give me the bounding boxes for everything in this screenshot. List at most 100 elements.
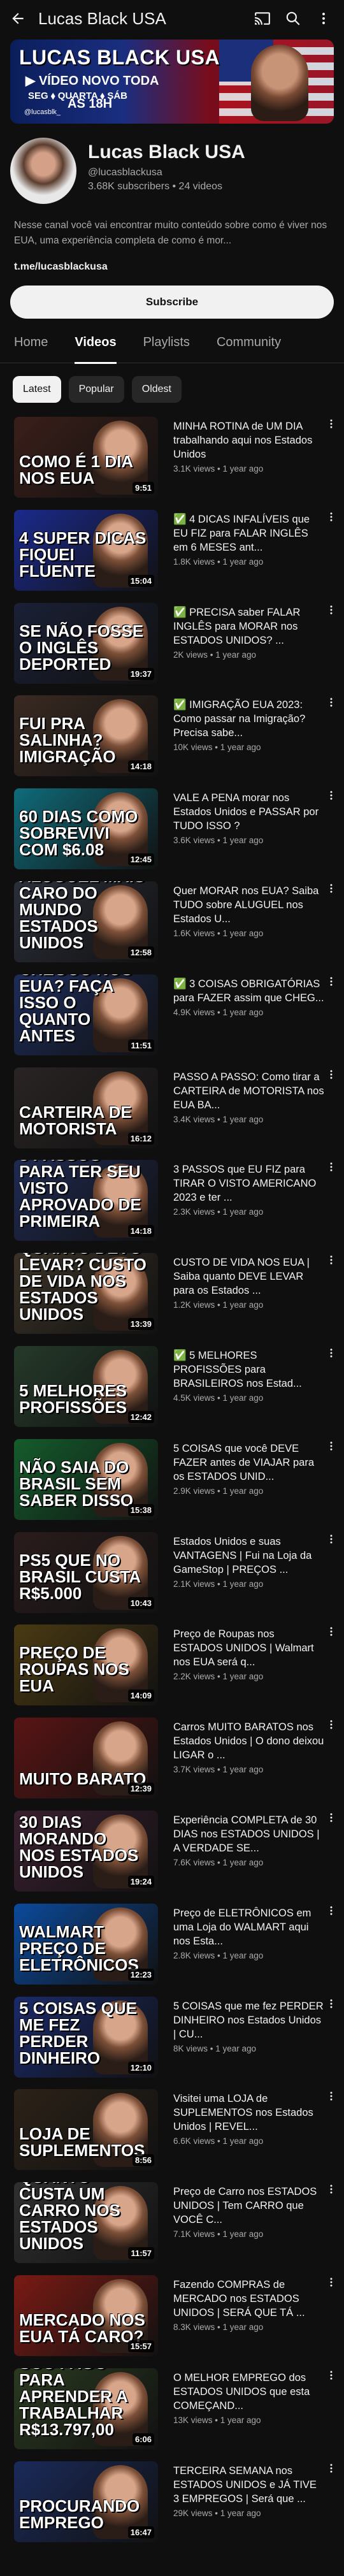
video-item[interactable]: ALUGUEL MAIS CARO DO MUNDO ESTADOS UNIDO… [0, 881, 344, 974]
video-title[interactable]: Preço de Roupas nos ESTADOS UNIDOS | Wal… [173, 1627, 325, 1669]
video-meta[interactable]: ✅ PRECISA saber FALAR INGLÊS para MORAR … [173, 603, 325, 696]
channel-link[interactable]: t.me/lucasblackusa [0, 249, 344, 273]
more-vert-icon[interactable] [325, 1532, 338, 1625]
video-meta[interactable]: Preço de Carro nos ESTADOS UNIDOS | Tem … [173, 2182, 325, 2275]
more-vert-icon[interactable] [325, 603, 338, 696]
video-item[interactable]: MUITO BARATO 12:39 Carros MUITO BARATOS no… [0, 1718, 344, 1811]
video-item[interactable]: 30 DIAS MORANDO NOS ESTADOS UNIDOS 19:24 E… [0, 1810, 344, 1904]
video-item[interactable]: CHEGOU NOS EUA? FAÇA ISSO O QUANTO ANTES… [0, 974, 344, 1067]
video-title[interactable]: Carros MUITO BARATOS nos Estados Unidos … [173, 1720, 325, 1762]
video-meta[interactable]: MINHA ROTINA de UM DIA trabalhando aqui … [173, 417, 325, 510]
video-item[interactable]: 5 COISAS QUE ME FEZ PERDER DINHEIRO 12:10… [0, 1996, 344, 2090]
tab-home[interactable]: Home [14, 331, 48, 363]
more-vert-icon[interactable] [325, 1439, 338, 1532]
video-thumbnail[interactable]: FUI PRA SALINHA? IMIGRAÇÃO 14:18 [14, 695, 158, 777]
video-title[interactable]: ✅ 4 DICAS INFALÍVEIS que EU FIZ para FAL… [173, 512, 325, 554]
more-vert-icon[interactable] [325, 1253, 338, 1346]
more-vert-icon[interactable] [312, 7, 335, 30]
video-thumbnail[interactable]: WALMART PREÇO DE ELETRÔNICOS 12:23 [14, 1903, 158, 1985]
chip-popular[interactable]: Popular [68, 376, 124, 403]
tab-community[interactable]: Community [217, 331, 281, 363]
video-title[interactable]: ✅ 3 COISAS OBRIGATÓRIAS para FAZER assim… [173, 977, 325, 1005]
more-vert-icon[interactable] [325, 2275, 338, 2368]
video-title[interactable]: CUSTO DE VIDA NOS EUA | Saiba quanto DEV… [173, 1255, 325, 1298]
more-vert-icon[interactable] [325, 1718, 338, 1811]
video-title[interactable]: Visitei uma LOJA de SUPLEMENTOS nos Esta… [173, 2092, 325, 2134]
video-thumbnail[interactable]: QUANTO DEVO LEVAR? CUSTO DE VIDA NOS EST… [14, 1253, 158, 1335]
video-meta[interactable]: ✅ IMIGRAÇÃO EUA 2023: Como passar na Imi… [173, 695, 325, 788]
video-meta[interactable]: 3 PASSOS que EU FIZ para TIRAR O VISTO A… [173, 1160, 325, 1253]
video-item[interactable]: QUANTO DEVO LEVAR? CUSTO DE VIDA NOS EST… [0, 1253, 344, 1346]
video-item[interactable]: 5 MELHORES PROFISSÕES 12:42 ✅ 5 MELHORES P… [0, 1345, 344, 1439]
cast-icon[interactable] [251, 7, 274, 30]
video-thumbnail[interactable]: PROCURANDO EMPREGO 16:47 [14, 2461, 158, 2542]
video-meta[interactable]: Carros MUITO BARATOS nos Estados Unidos … [173, 1718, 325, 1811]
video-title[interactable]: O MELHOR EMPREGO dos ESTADOS UNIDOS que … [173, 2371, 325, 2413]
video-title[interactable]: TERCEIRA SEMANA nos ESTADOS UNIDOS e JÁ … [173, 2464, 325, 2506]
more-vert-icon[interactable] [325, 2182, 338, 2275]
video-thumbnail[interactable]: ALUGUEL MAIS CARO DO MUNDO ESTADOS UNIDO… [14, 881, 158, 962]
search-icon[interactable] [282, 7, 305, 30]
video-thumbnail[interactable]: PREÇO DE ROUPAS NOS EUA 14:09 [14, 1624, 158, 1706]
video-thumbnail[interactable]: 5 MELHORES PROFISSÕES 12:42 [14, 1345, 158, 1427]
more-vert-icon[interactable] [325, 2461, 338, 2554]
video-meta[interactable]: Preço de Roupas nos ESTADOS UNIDOS | Wal… [173, 1624, 325, 1718]
avatar[interactable] [10, 138, 76, 204]
video-title[interactable]: ✅ IMIGRAÇÃO EUA 2023: Como passar na Imi… [173, 698, 325, 740]
video-meta[interactable]: 5 COISAS que você DEVE FAZER antes de VI… [173, 1439, 325, 1532]
video-meta[interactable]: 5 COISAS que me fez PERDER DINHEIRO nos … [173, 1997, 325, 2090]
video-meta[interactable]: ✅ 3 COISAS OBRIGATÓRIAS para FAZER assim… [173, 974, 325, 1067]
video-title[interactable]: Quer MORAR nos EUA? Saiba TUDO sobre ALU… [173, 884, 325, 926]
video-meta[interactable]: Preço de ELETRÔNICOS em uma Loja do WALM… [173, 1904, 325, 1997]
more-vert-icon[interactable] [325, 1346, 338, 1439]
channel-description[interactable]: Nesse canal você vai encontrar muito con… [0, 204, 344, 249]
video-meta[interactable]: Fazendo COMPRAS de MERCADO nos ESTADOS U… [173, 2275, 325, 2368]
more-vert-icon[interactable] [325, 417, 338, 510]
video-item[interactable]: 4 SUPER DICAS FIQUEI FLUENTE 15:04 ✅ 4 DIC… [0, 509, 344, 603]
video-meta[interactable]: Quer MORAR nos EUA? Saiba TUDO sobre ALU… [173, 881, 325, 974]
video-item[interactable]: LOJA DE SUPLEMENTOS 8:56 Visitei uma LOJA … [0, 2089, 344, 2182]
video-item[interactable]: SE NÃO FOSSE O INGLÊS DEPORTED 19:37 ✅ PRE… [0, 602, 344, 696]
video-meta[interactable]: ✅ 4 DICAS INFALÍVEIS que EU FIZ para FAL… [173, 510, 325, 603]
video-thumbnail[interactable]: MUITO BARATO 12:39 [14, 1718, 158, 1799]
subscribe-button[interactable]: Subscribe [10, 286, 334, 319]
video-meta[interactable]: ✅ 5 MELHORES PROFISSÕES para BRASILEIROS… [173, 1346, 325, 1439]
video-title[interactable]: Preço de Carro nos ESTADOS UNIDOS | Tem … [173, 2185, 325, 2227]
video-thumbnail[interactable]: SOU PAGO PARA APRENDER A TRABALHAR R$13.… [14, 2368, 158, 2449]
video-title[interactable]: Experiência COMPLETA de 30 DIAS nos ESTA… [173, 1813, 325, 1855]
more-vert-icon[interactable] [325, 974, 338, 1067]
chip-oldest[interactable]: Oldest [131, 376, 182, 403]
video-meta[interactable]: TERCEIRA SEMANA nos ESTADOS UNIDOS e JÁ … [173, 2461, 325, 2554]
video-item[interactable]: 3 PASSOS PARA TER SEU VISTO APROVADO DE … [0, 1160, 344, 1253]
video-meta[interactable]: Estados Unidos e suas VANTAGENS | Fui na… [173, 1532, 325, 1625]
video-thumbnail[interactable]: QUANTO CUSTA UM CARRO NOS ESTADOS UNIDOS… [14, 2182, 158, 2264]
video-thumbnail[interactable]: NÃO SAIA DO BRASIL SEM SABER DISSO 15:38 [14, 1438, 158, 1520]
video-thumbnail[interactable]: SE NÃO FOSSE O INGLÊS DEPORTED 19:37 [14, 602, 158, 684]
video-meta[interactable]: PASSO A PASSO: Como tirar a CARTEIRA de … [173, 1067, 325, 1161]
video-meta[interactable]: CUSTO DE VIDA NOS EUA | Saiba quanto DEV… [173, 1253, 325, 1346]
more-vert-icon[interactable] [325, 1997, 338, 2090]
video-meta[interactable]: VALE A PENA morar nos Estados Unidos e P… [173, 788, 325, 881]
video-thumbnail[interactable]: COMO É 1 DIA NOS EUA 9:51 [14, 417, 158, 498]
video-thumbnail[interactable]: CARTEIRA DE MOTORISTA 16:12 [14, 1067, 158, 1148]
more-vert-icon[interactable] [325, 1067, 338, 1161]
video-title[interactable]: ✅ 5 MELHORES PROFISSÕES para BRASILEIROS… [173, 1349, 325, 1391]
more-vert-icon[interactable] [325, 2368, 338, 2461]
chip-latest[interactable]: Latest [13, 376, 61, 403]
video-thumbnail[interactable]: PS5 QUE NO BRASIL CUSTA R$5.000 10:43 [14, 1531, 158, 1613]
video-item[interactable]: 60 DIAS COMO SOBREVIVI COM $6.08 12:45 VAL… [0, 788, 344, 881]
more-vert-icon[interactable] [325, 788, 338, 881]
video-item[interactable]: PREÇO DE ROUPAS NOS EUA 14:09 Preço de Rou… [0, 1624, 344, 1718]
video-item[interactable]: PROCURANDO EMPREGO 16:47 TERCEIRA SEMANA n… [0, 2461, 344, 2554]
video-thumbnail[interactable]: 60 DIAS COMO SOBREVIVI COM $6.08 12:45 [14, 788, 158, 870]
tab-videos[interactable]: Videos [75, 331, 117, 364]
video-title[interactable]: Estados Unidos e suas VANTAGENS | Fui na… [173, 1535, 325, 1577]
video-thumbnail[interactable]: 5 COISAS QUE ME FEZ PERDER DINHEIRO 12:10 [14, 1996, 158, 2078]
video-item[interactable]: PS5 QUE NO BRASIL CUSTA R$5.000 10:43 Esta… [0, 1531, 344, 1625]
video-item[interactable]: WALMART PREÇO DE ELETRÔNICOS 12:23 Preço d… [0, 1903, 344, 1997]
video-title[interactable]: 5 COISAS que me fez PERDER DINHEIRO nos … [173, 1999, 325, 2041]
video-thumbnail[interactable]: CHEGOU NOS EUA? FAÇA ISSO O QUANTO ANTES… [14, 974, 158, 1055]
video-title[interactable]: ✅ PRECISA saber FALAR INGLÊS para MORAR … [173, 605, 325, 648]
video-item[interactable]: CARTEIRA DE MOTORISTA 16:12 PASSO A PASSO:… [0, 1067, 344, 1161]
more-vert-icon[interactable] [325, 1904, 338, 1997]
